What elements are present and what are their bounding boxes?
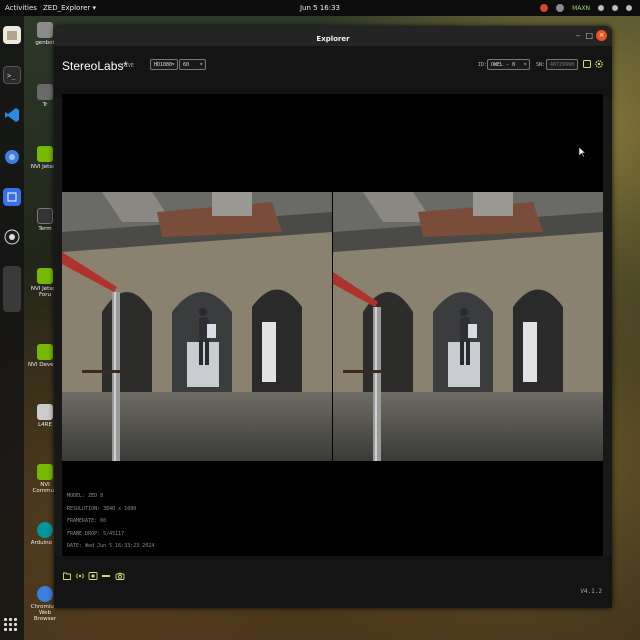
arduino-icon [37,522,53,538]
record-icon[interactable] [88,571,98,581]
sn-label: SN: [536,62,546,68]
network-icon[interactable] [598,5,604,11]
screenshot-tool-icon[interactable] [3,188,21,206]
camera-icon[interactable] [115,571,125,581]
chevron-down-icon: ▾ [199,61,203,68]
resolution-info: RESOLUTION: 3840 x 1080 [67,505,137,512]
nvidia-icon [37,146,53,162]
volume-icon[interactable] [612,5,618,11]
bottom-toolbar: V4.1.2 [54,556,612,608]
chevron-down-icon: ▾ [171,61,175,68]
depth-mode-icon[interactable] [101,571,111,581]
chromium-icon [37,586,53,602]
desktop-icon-label: Term [38,226,52,232]
chevron-down-icon: ▾ [523,61,527,68]
show-apps-icon[interactable] [4,618,18,632]
id-label: ID: [478,62,488,68]
folder-icon[interactable] [62,571,72,581]
terminal-icon[interactable]: >_ [3,66,21,84]
zed-explorer-dock-icon[interactable] [3,266,21,312]
model-info: MODEL: ZED 8 [67,493,104,499]
dropbox-icon[interactable] [556,4,565,12]
stereolabs-logo: StereoLabs* [62,59,129,73]
left-camera-image [62,192,332,461]
chromium-icon[interactable] [3,148,21,166]
window-title: Explorer [316,35,350,43]
framerate-info: FRAMERATE: 60 [67,518,107,524]
fps-select[interactable]: 60 ▾ [179,59,206,70]
nvidia-icon [37,344,53,360]
obs-icon[interactable] [3,228,21,246]
files-icon[interactable] [3,26,21,44]
desktop-icon-label: genbot [35,40,55,46]
trash-icon [37,84,53,100]
record-indicator-icon[interactable] [540,4,549,12]
device-select[interactable]: OWEL - 0 ▾ [487,59,530,70]
gear-icon[interactable] [594,59,604,69]
video-viewer[interactable]: MODEL: ZED 8 RESOLUTION: 3840 x 1080 FRA… [62,94,603,556]
desktop-icon-label: Tr [42,102,48,108]
stereo-video-feed [62,192,603,461]
window-titlebar[interactable]: Explorer – □ × [54,26,612,46]
mouse-cursor-icon [578,146,586,158]
date-info: DATE: Wed Jun 5 16:33:23 2024 [67,543,155,549]
device-value: OWEL - 0 [491,62,516,68]
terminal-icon [37,208,53,224]
close-button[interactable]: × [596,30,607,41]
power-mode-label[interactable]: MAXN [572,5,590,12]
version-label: V4.1.2 [580,588,602,595]
serial-number-value: 40729998 [550,62,575,68]
document-icon [37,404,53,420]
explorer-window: Explorer – □ × StereoLabs* LIVE HD1080 ▾… [54,26,612,608]
top-panel: Activities ZED_Explorer ▾ Jun 5 16:33 MA… [0,0,640,16]
maximize-button[interactable]: □ [585,31,593,40]
nvidia-icon [37,268,53,284]
vscode-icon[interactable] [3,106,21,124]
power-icon[interactable] [626,5,632,11]
serial-number-field: 40729998 [546,59,578,70]
resolution-value: HD1080 [154,62,173,68]
camera-info-panel: MODEL: ZED 8 RESOLUTION: 3840 x 1080 FRA… [67,490,154,553]
nvidia-icon [37,464,53,480]
right-camera-image [333,192,603,461]
desktop-icon-label: L4RE [38,422,52,428]
system-tray: MAXN [540,2,632,14]
home-folder-icon [37,22,53,38]
live-indicator: LIVE [122,63,135,69]
resolution-select[interactable]: HD1080 ▾ [150,59,178,70]
svg-text:>_: >_ [7,72,16,80]
app-toolbar: StereoLabs* LIVE HD1080 ▾ 60 ▾ ID: OWEL … [54,46,612,98]
frame-drop-info: FRAME DROP: 5/45117 [67,530,125,537]
stream-icon[interactable] [75,571,85,581]
dock: >_ [0,16,24,640]
fullscreen-icon[interactable] [582,59,592,69]
minimize-button[interactable]: – [576,31,580,40]
fps-value: 60 [183,62,190,68]
